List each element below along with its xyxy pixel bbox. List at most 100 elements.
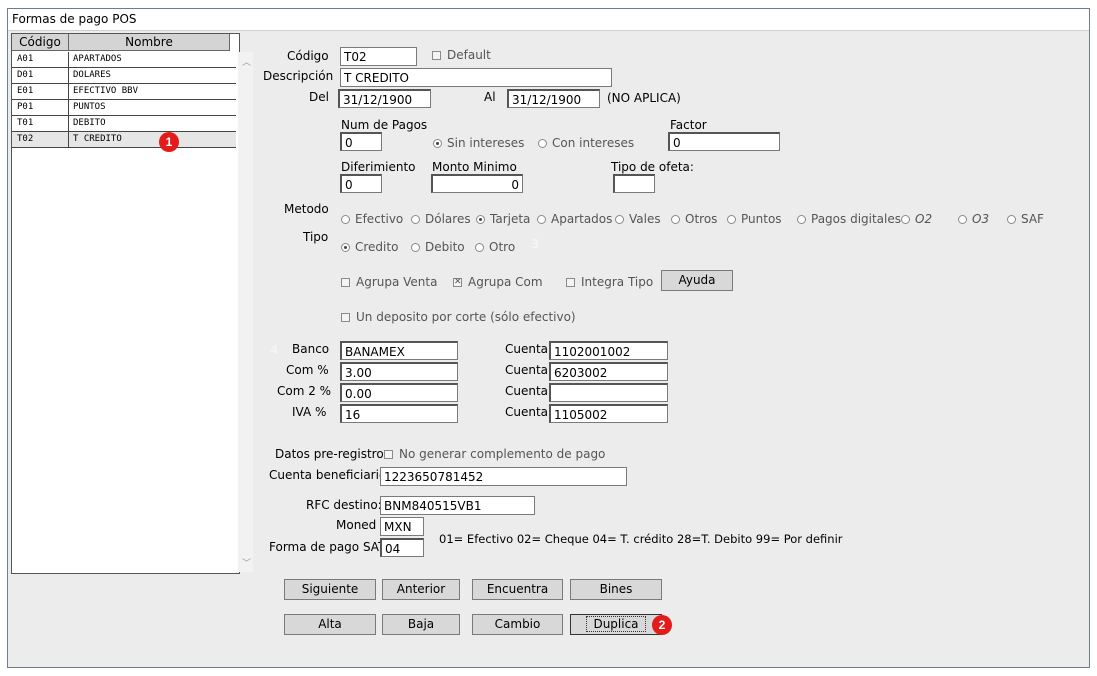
radio-icon [411,242,420,252]
cuenta4-label: Cuenta [505,405,549,419]
radio-icon [797,214,806,224]
cuenta1-label: Cuenta [505,342,549,356]
diferimiento-input[interactable]: 0 [340,174,382,193]
radio-icon [475,242,484,252]
un-deposito-label: Un deposito por corte (sólo efectivo) [356,310,576,324]
cuenta1-input[interactable]: 1102001002 [549,341,668,360]
siguiente-button[interactable]: Siguiente [284,579,376,600]
cuenta2-input[interactable]: 6203002 [549,362,668,381]
list-row[interactable]: T02 T CREDITO [12,132,236,148]
un-deposito-checkbox[interactable]: Un deposito por corte (sólo efectivo) [341,310,576,324]
iva-input[interactable]: 16 [340,404,458,423]
moned-label: Moned [336,518,377,532]
ayuda-button[interactable]: Ayuda [661,270,733,291]
list-header-name[interactable]: Nombre [69,34,230,51]
banco-input[interactable]: BANAMEX [340,341,458,360]
column-divider [68,84,69,100]
column-divider [68,132,69,148]
metodo-radio-5[interactable]: Otros [671,212,717,226]
descripcion-label: Descripción [263,69,334,83]
num-pagos-input[interactable]: 0 [340,132,382,151]
list-row[interactable]: E01 EFECTIVO BBV [12,84,236,100]
list-row[interactable]: D01 DOLARES [12,68,236,84]
scroll-down-icon[interactable]: ﹀ [242,556,251,569]
radio-icon [1007,214,1016,224]
sat-legend: 01= Efectivo 02= Cheque 04= T. crédito 2… [439,532,843,546]
integra-tipo-label: Integra Tipo [581,275,654,289]
com2-input[interactable]: 0.00 [340,383,458,402]
del-date-input[interactable]: 31/12/1900 [338,89,431,108]
list-scrollbar[interactable]: ︿ ﹀ [238,52,253,572]
con-intereses-radio[interactable]: Con intereses [538,136,634,150]
encuentra-button[interactable]: Encuentra [472,579,563,600]
factor-label: Factor [670,118,707,132]
metodo-radio-0[interactable]: Efectivo [341,212,403,226]
metodo-radio-6[interactable]: Puntos [727,212,782,226]
title-bar: Formas de pago POS [8,9,1089,31]
com-input[interactable]: 3.00 [340,362,458,381]
column-divider [68,52,69,68]
cuenta-beneficiario-input[interactable]: 1223650781452 [380,467,627,486]
default-checkbox[interactable]: Default [432,48,491,62]
integra-tipo-checkbox[interactable]: Integra Tipo [566,275,653,289]
column-divider [68,116,69,132]
metodo-radio-2[interactable]: Tarjeta [476,212,530,226]
num-pagos-label: Num de Pagos [341,118,428,132]
baja-button[interactable]: Baja [382,614,460,635]
payment-methods-list[interactable]: Código Nombre A01 APARTADOS D01 DOLARES E01 E… [11,33,253,574]
default-label: Default [447,48,491,62]
cuenta4-input[interactable]: 1105002 [549,404,668,423]
list-row[interactable]: T01 DEBITO [12,116,236,132]
forma-pago-sat-input[interactable]: 04 [380,538,424,557]
al-date-input[interactable]: 31/12/1900 [507,89,600,108]
list-row[interactable]: A01 APARTADOS [12,52,236,68]
duplica-button[interactable]: Duplica [570,614,662,635]
tipo-radio-2[interactable]: Otro [475,240,515,254]
list-row-name: EFECTIVO BBV [73,86,139,96]
no-generar-checkbox[interactable]: No generar complemento de pago [384,447,605,461]
bines-button[interactable]: Bines [570,579,662,600]
factor-input[interactable]: 0 [668,132,780,151]
main-window: Formas de pago POS Código Nombre A01 APAR… [7,8,1090,668]
tipo-radio-0[interactable]: Credito [341,240,398,254]
descripcion-input[interactable]: T CREDITO [340,68,612,87]
rfc-destino-input[interactable]: BNM840515VB1 [380,496,535,515]
tipo-radio-1[interactable]: Debito [411,240,465,254]
radio-selected-icon [341,242,350,252]
cambio-button[interactable]: Cambio [472,614,563,635]
radio-icon [538,138,547,148]
monto-minimo-input[interactable]: 0 [431,174,523,193]
radio-icon [537,214,546,224]
alta-button[interactable]: Alta [284,614,376,635]
moned-input[interactable]: MXN [380,517,424,536]
checkbox-box-icon [341,277,350,287]
metodo-radio-8[interactable]: O2 [901,212,932,226]
sin-intereses-radio[interactable]: Sin intereses [433,136,524,150]
radio-label: Efectivo [355,212,404,226]
del-label: Del [309,90,329,104]
list-header-code[interactable]: Código [12,34,69,51]
tipo-oferta-input[interactable] [613,174,655,193]
list-row[interactable]: P01 PUNTOS [12,100,236,116]
radio-label: O2 [915,212,933,226]
metodo-radio-10[interactable]: SAF [1007,212,1044,226]
agrupa-venta-checkbox[interactable]: Agrupa Venta [341,275,437,289]
metodo-radio-3[interactable]: Apartados [537,212,612,226]
codigo-input[interactable]: T02 [340,47,417,66]
iva-label: IVA % [292,405,327,419]
radio-selected-icon [433,138,442,148]
duplica-label: Duplica [586,616,646,632]
scroll-up-icon[interactable]: ︿ [242,55,251,68]
metodo-radio-9[interactable]: O3 [958,212,989,226]
monto-minimo-label: Monto Minimo [432,160,517,174]
agrupa-com-checkbox[interactable]: ✕ Agrupa Com [453,275,543,289]
agrupa-com-label: Agrupa Com [468,275,543,289]
anterior-button[interactable]: Anterior [382,579,460,600]
annotation-badge-4: 4 [270,343,279,357]
metodo-radio-1[interactable]: Dólares [411,212,471,226]
list-row-name: DOLARES [73,70,111,80]
cuenta3-input[interactable] [549,383,668,402]
list-row-code: T02 [17,134,34,144]
metodo-radio-4[interactable]: Vales [615,212,661,226]
metodo-radio-7[interactable]: Pagos digitales [797,212,901,226]
